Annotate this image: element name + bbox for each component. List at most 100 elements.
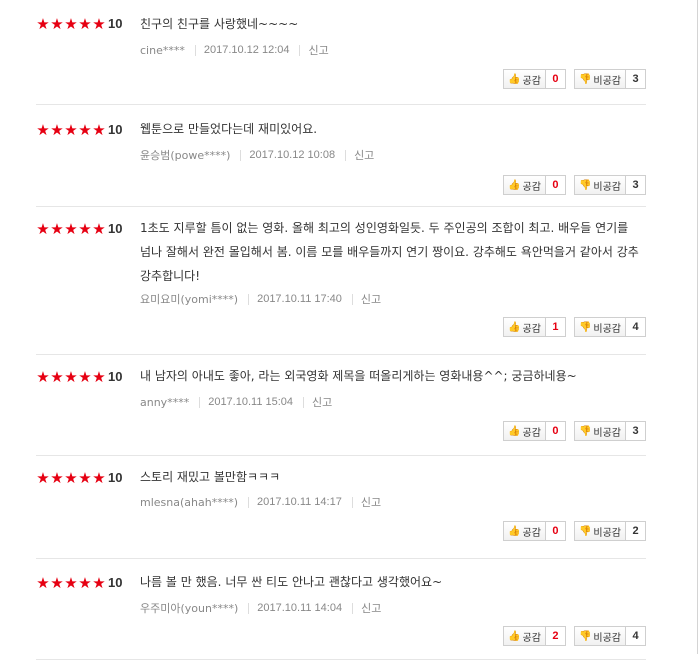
star-icon: ★ bbox=[64, 574, 78, 592]
review-actions: 👍 공감 0 👎 비공감 3 bbox=[503, 69, 646, 89]
star-icon: ★ bbox=[36, 220, 50, 238]
dislike-button[interactable]: 👎 비공감 bbox=[573, 175, 626, 195]
dislike-button[interactable]: 👎 비공감 bbox=[573, 521, 626, 541]
review-date: 2017.10.12 10:08 bbox=[249, 149, 336, 161]
report-link[interactable]: 신고 bbox=[312, 394, 332, 410]
star-icon: ★ bbox=[36, 368, 50, 386]
divider bbox=[248, 293, 250, 305]
review-score: 10 bbox=[108, 369, 123, 384]
star-icon: ★ bbox=[50, 121, 64, 139]
report-link[interactable]: 신고 bbox=[361, 600, 381, 616]
review-date: 2017.10.12 12:04 bbox=[203, 44, 290, 56]
thumbs-up-icon: 👍 bbox=[508, 179, 521, 191]
report-link[interactable]: 신고 bbox=[354, 147, 374, 163]
divider bbox=[303, 396, 305, 408]
star-icon: ★ bbox=[64, 469, 78, 487]
like-count: 2 bbox=[545, 626, 566, 646]
like-button[interactable]: 👍 공감 bbox=[503, 421, 546, 441]
like-button[interactable]: 👍 공감 bbox=[503, 69, 546, 89]
review-date: 2017.10.11 14:17 bbox=[257, 496, 342, 508]
star-icon: ★ bbox=[50, 368, 64, 386]
thumbs-up-icon: 👍 bbox=[508, 73, 521, 85]
review-meta: cine**** 2017.10.12 12:04 신고 bbox=[140, 42, 329, 58]
review-meta: 요미요미(yomi****) 2017.10.11 17:40 신고 bbox=[140, 291, 381, 307]
star-icon: ★ bbox=[78, 574, 92, 592]
review-actions: 👍 공감 2 👎 비공감 4 bbox=[503, 626, 646, 646]
review-author[interactable]: 윤승범(powe****) bbox=[140, 147, 230, 163]
dislike-count: 4 bbox=[626, 317, 646, 337]
review-item: ★ ★ ★ ★ ★ 10 내 남자의 아내도 좋아, 라는 외국영화 제목을 떠올리게하… bbox=[36, 355, 646, 456]
star-rating: ★ ★ ★ ★ ★ bbox=[36, 220, 106, 238]
like-button[interactable]: 👍 공감 bbox=[503, 317, 546, 337]
review-meta: mlesna(ahah****) 2017.10.11 14:17 신고 bbox=[140, 494, 381, 510]
dislike-button[interactable]: 👎 비공감 bbox=[573, 69, 626, 89]
star-icon: ★ bbox=[78, 368, 92, 386]
review-date: 2017.10.11 14:04 bbox=[257, 602, 343, 614]
star-icon: ★ bbox=[64, 220, 78, 238]
review-date: 2017.10.11 17:40 bbox=[257, 293, 342, 305]
review-author[interactable]: mlesna(ahah****) bbox=[140, 496, 238, 509]
review-score: 10 bbox=[108, 122, 123, 137]
divider bbox=[248, 602, 250, 614]
star-icon: ★ bbox=[92, 220, 106, 238]
like-button[interactable]: 👍 공감 bbox=[503, 521, 546, 541]
like-count: 0 bbox=[545, 69, 566, 89]
review-item: ★ ★ ★ ★ ★ 10 1초도 지루할 틈이 없는 영화. 올해 최고의 성인영화일듯… bbox=[36, 207, 646, 355]
review-list: ★ ★ ★ ★ ★ 10 친구의 친구를 사랑했네~~~~ cine**** 2017.… bbox=[36, 0, 646, 660]
divider bbox=[352, 602, 354, 614]
like-count: 0 bbox=[545, 175, 566, 195]
thumbs-up-icon: 👍 bbox=[508, 525, 521, 537]
thumbs-up-icon: 👍 bbox=[508, 630, 521, 642]
star-icon: ★ bbox=[64, 121, 78, 139]
star-icon: ★ bbox=[78, 220, 92, 238]
review-actions: 👍 공감 1 👎 비공감 4 bbox=[503, 317, 646, 337]
star-icon: ★ bbox=[64, 368, 78, 386]
review-item: ★ ★ ★ ★ ★ 10 친구의 친구를 사랑했네~~~~ cine**** 2017.… bbox=[36, 0, 646, 105]
dislike-button[interactable]: 👎 비공감 bbox=[573, 626, 626, 646]
like-button[interactable]: 👍 공감 bbox=[503, 626, 546, 646]
like-count: 0 bbox=[545, 521, 566, 541]
review-text: 스토리 재밌고 볼만함ㅋㅋㅋ bbox=[140, 470, 281, 484]
star-rating: ★ ★ ★ ★ ★ bbox=[36, 574, 106, 592]
star-icon: ★ bbox=[78, 469, 92, 487]
star-icon: ★ bbox=[36, 469, 50, 487]
review-text: 친구의 친구를 사랑했네~~~~ bbox=[140, 17, 299, 31]
review-author[interactable]: 우주미아(youn****) bbox=[140, 600, 238, 616]
report-link[interactable]: 신고 bbox=[361, 291, 381, 307]
thumbs-up-icon: 👍 bbox=[508, 425, 521, 437]
review-score: 10 bbox=[108, 470, 123, 485]
thumbs-down-icon: 👎 bbox=[578, 73, 592, 85]
review-score: 10 bbox=[108, 575, 123, 590]
review-meta: 우주미아(youn****) 2017.10.11 14:04 신고 bbox=[140, 600, 381, 616]
dislike-button[interactable]: 👎 비공감 bbox=[573, 421, 626, 441]
like-button[interactable]: 👍 공감 bbox=[503, 175, 546, 195]
review-actions: 👍 공감 0 👎 비공감 3 bbox=[503, 175, 646, 195]
dislike-count: 3 bbox=[626, 69, 646, 89]
report-link[interactable]: 신고 bbox=[361, 494, 381, 510]
thumbs-down-icon: 👎 bbox=[578, 425, 592, 437]
dislike-count: 4 bbox=[626, 626, 646, 646]
star-icon: ★ bbox=[50, 220, 64, 238]
star-icon: ★ bbox=[92, 121, 106, 139]
review-actions: 👍 공감 0 👎 비공감 2 bbox=[503, 521, 646, 541]
star-icon: ★ bbox=[92, 15, 106, 33]
review-author[interactable]: anny**** bbox=[140, 396, 189, 409]
dislike-count: 3 bbox=[626, 175, 646, 195]
star-icon: ★ bbox=[50, 15, 64, 33]
like-count: 1 bbox=[545, 317, 566, 337]
divider bbox=[351, 293, 353, 305]
review-score: 10 bbox=[108, 221, 123, 236]
dislike-button[interactable]: 👎 비공감 bbox=[573, 317, 626, 337]
thumbs-down-icon: 👎 bbox=[578, 179, 592, 191]
report-link[interactable]: 신고 bbox=[308, 42, 328, 58]
thumbs-down-icon: 👎 bbox=[578, 630, 592, 642]
review-author[interactable]: cine**** bbox=[140, 44, 185, 57]
star-icon: ★ bbox=[92, 469, 106, 487]
star-icon: ★ bbox=[36, 121, 50, 139]
star-rating: ★ ★ ★ ★ ★ bbox=[36, 368, 106, 386]
star-icon: ★ bbox=[92, 574, 106, 592]
star-rating: ★ ★ ★ ★ ★ bbox=[36, 121, 106, 139]
dislike-count: 3 bbox=[626, 421, 646, 441]
review-author[interactable]: 요미요미(yomi****) bbox=[140, 291, 238, 307]
review-item: ★ ★ ★ ★ ★ 10 스토리 재밌고 볼만함ㅋㅋㅋ mlesna(ahah****)… bbox=[36, 456, 646, 559]
